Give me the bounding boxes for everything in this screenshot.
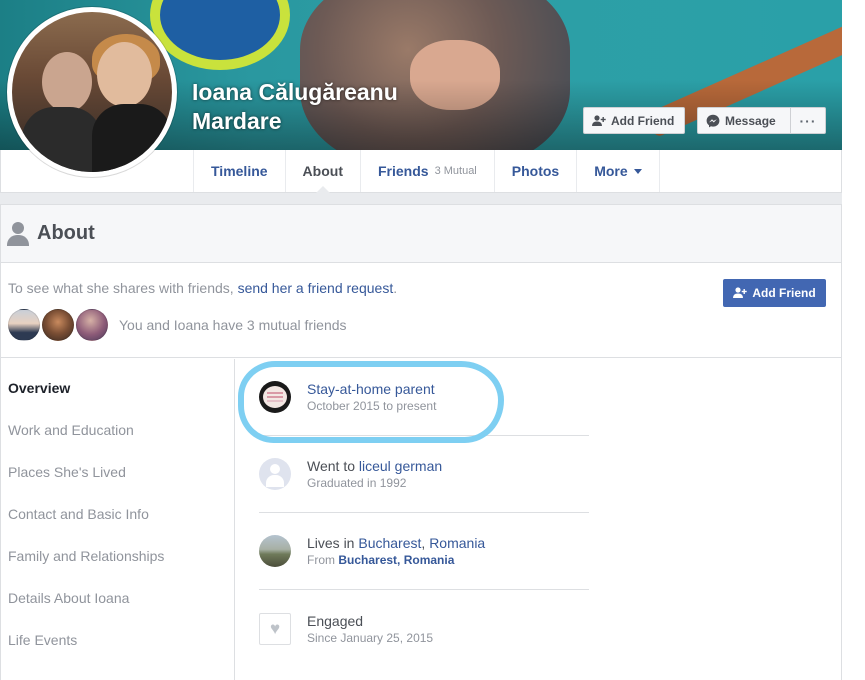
tab-label: Photos xyxy=(511,163,560,179)
profile-name-line1: Ioana Călugăreanu xyxy=(192,79,398,105)
add-friend-primary-button[interactable]: Add Friend xyxy=(723,279,826,307)
city-photo-icon[interactable] xyxy=(259,535,291,567)
more-options-button[interactable]: ··· xyxy=(790,107,826,134)
school-icon xyxy=(259,458,291,490)
section-work-education[interactable]: Work and Education xyxy=(1,409,234,451)
photo-detail xyxy=(42,52,92,112)
person-icon xyxy=(7,221,29,246)
mutual-friend-avatar[interactable] xyxy=(42,309,74,341)
about-card: About To see what she shares with friend… xyxy=(0,204,842,680)
overview-lives: Lives in Bucharest, Romania From Buchare… xyxy=(259,513,589,590)
hometown-line: From Bucharest, Romania xyxy=(307,552,485,568)
tab-timeline[interactable]: Timeline xyxy=(194,150,286,192)
right-margin xyxy=(842,0,865,680)
workplace-icon[interactable] xyxy=(259,381,291,413)
tab-more[interactable]: More xyxy=(577,150,660,192)
chevron-down-icon xyxy=(633,168,642,174)
profile-name[interactable]: Ioana Călugăreanu Mardare xyxy=(192,78,452,136)
add-friend-label: Add Friend xyxy=(611,113,675,128)
mutual-friend-avatar[interactable] xyxy=(76,309,108,341)
section-contact-info[interactable]: Contact and Basic Info xyxy=(1,493,234,535)
work-title[interactable]: Stay-at-home parent xyxy=(307,380,436,398)
friend-prompt-text: To see what she shares with friends, sen… xyxy=(8,280,397,296)
tab-label: More xyxy=(594,163,628,179)
photo-detail xyxy=(92,104,172,172)
tab-photos[interactable]: Photos xyxy=(495,150,578,192)
tab-label: Friends xyxy=(377,163,429,179)
education-line: Went to liceul german xyxy=(307,457,442,475)
messenger-icon xyxy=(706,114,720,127)
hometown-link[interactable]: Bucharest, Romania xyxy=(338,553,454,567)
tab-friends[interactable]: Friends 3 Mutual xyxy=(361,150,495,192)
message-label: Message xyxy=(725,113,776,128)
photo-detail xyxy=(22,107,102,172)
education-prefix: Went to xyxy=(307,458,359,474)
overview-relationship: ♥ Engaged Since January 25, 2015 xyxy=(259,590,589,667)
section-details[interactable]: Details About Ioana xyxy=(1,577,234,619)
message-button[interactable]: Message xyxy=(697,107,791,134)
relationship-status: Engaged xyxy=(307,612,364,629)
country-link[interactable]: Romania xyxy=(429,535,485,551)
profile-picture-image xyxy=(12,12,172,172)
work-dates: October 2015 to present xyxy=(307,399,437,413)
lives-prefix: Lives in xyxy=(307,535,359,551)
section-places-lived[interactable]: Places She's Lived xyxy=(1,451,234,493)
photo-detail xyxy=(97,42,152,107)
section-life-events[interactable]: Life Events xyxy=(1,619,234,661)
profile-tabs: Timeline About Friends 3 Mutual Photos M… xyxy=(193,150,660,193)
overview-list: Stay-at-home parent October 2015 to pres… xyxy=(259,359,589,667)
add-friend-icon xyxy=(592,114,606,126)
overview-work: Stay-at-home parent October 2015 to pres… xyxy=(259,359,589,436)
school-link[interactable]: liceul german xyxy=(359,458,442,474)
city-link[interactable]: Bucharest xyxy=(358,535,421,551)
send-friend-request-link[interactable]: send her a friend request xyxy=(238,280,394,296)
add-friend-icon xyxy=(733,287,748,298)
section-overview[interactable]: Overview xyxy=(1,367,234,409)
mutual-friend-pictures xyxy=(8,309,108,341)
relationship-since: Since January 25, 2015 xyxy=(307,630,434,645)
more-dots-icon: ··· xyxy=(799,112,817,129)
from-label: From xyxy=(307,553,339,567)
mutual-friend-avatar[interactable] xyxy=(8,309,40,341)
graduation-text: Graduated in 1992 xyxy=(307,476,407,490)
mutual-friends-row: You and Ioana have 3 mutual friends xyxy=(8,309,347,341)
about-title: About xyxy=(37,222,95,244)
mutual-count: 3 Mutual xyxy=(434,165,477,177)
profile-name-line2: Mardare xyxy=(192,108,282,134)
tab-label: About xyxy=(302,163,343,179)
overview-education: Went to liceul german Graduated in 1992 xyxy=(259,436,589,513)
prompt-prefix: To see what she shares with friends, xyxy=(8,280,238,296)
mutual-friends-text[interactable]: You and Ioana have 3 mutual friends xyxy=(119,317,347,333)
prompt-suffix: . xyxy=(393,280,398,296)
cover-shape xyxy=(150,0,290,70)
about-sections-nav: Overview Work and Education Places She's… xyxy=(1,359,235,680)
tab-label: Timeline xyxy=(211,163,268,179)
section-family-relationships[interactable]: Family and Relationships xyxy=(1,535,234,577)
add-friend-button[interactable]: Add Friend xyxy=(583,107,685,134)
heart-icon: ♥ xyxy=(259,612,291,645)
tab-about[interactable]: About xyxy=(286,150,361,193)
profile-picture[interactable] xyxy=(7,7,177,177)
about-header: About xyxy=(1,205,841,263)
add-friend-label: Add Friend xyxy=(752,286,816,300)
lives-in-line: Lives in Bucharest, Romania xyxy=(307,534,485,552)
